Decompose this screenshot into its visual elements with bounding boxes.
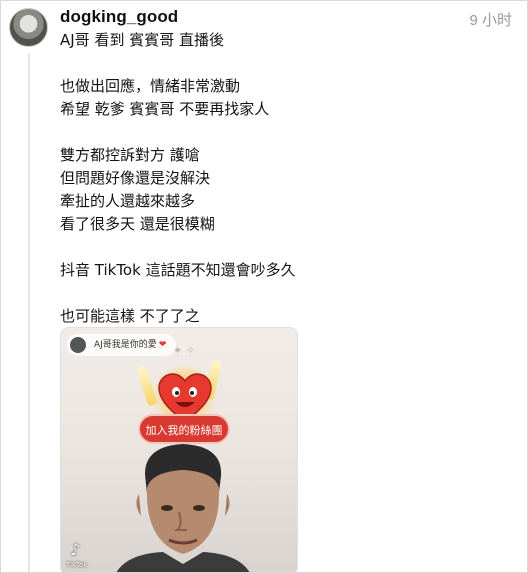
post-line-blank	[60, 236, 296, 259]
video-live-pill: AJ哥我是你的愛 ❤	[67, 334, 177, 356]
post-line-blank	[60, 52, 296, 75]
person-video-frame	[116, 444, 250, 572]
tiktok-logo-icon: ♪	[70, 540, 81, 559]
post-line: 牽扯的人還越來越多	[60, 192, 196, 210]
avatar[interactable]	[9, 8, 48, 47]
video-thumbnail[interactable]: AJ哥我是你的愛 ❤ ✦ ✧ 加入我的粉絲團 ♪ TikTok	[60, 327, 298, 572]
post-timestamp: 9 小时	[469, 12, 512, 29]
sparkle-decoration-icon: ✦ ✧	[173, 344, 195, 357]
post-line: 希望 乾爹 賓賓哥 不要再找家人	[60, 100, 270, 118]
pill-avatar	[70, 337, 86, 353]
post-line: AJ哥 看到 賓賓哥 直播後	[60, 31, 224, 49]
heart-icon: ❤	[158, 340, 167, 350]
username[interactable]: dogking_good	[60, 7, 178, 27]
tiktok-watermark: TikTok	[66, 561, 88, 569]
pill-text: AJ哥我是你的愛	[94, 340, 157, 350]
post-line: 看了很多天 還是很模糊	[60, 215, 215, 233]
post-line-blank	[60, 282, 296, 305]
post-line-blank	[60, 121, 296, 144]
post-text: AJ哥 看到 賓賓哥 直播後 也做出回應，情緒非常激動 希望 乾爹 賓賓哥 不要…	[60, 29, 296, 328]
thread-connector-line	[28, 53, 30, 572]
post-line: 也做出回應，情緒非常激動	[60, 77, 241, 95]
post-line: 但問題好像還是沒解決	[60, 169, 211, 187]
thread-post: dogking_good 9 小时 AJ哥 看到 賓賓哥 直播後 也做出回應，情…	[0, 0, 528, 573]
post-line: 抖音 TikTok 這話題不知還會吵多久	[60, 261, 296, 279]
post-line: 雙方都控訴對方 護嗆	[60, 146, 200, 164]
post-line: 也可能這樣 不了了之	[60, 307, 200, 325]
